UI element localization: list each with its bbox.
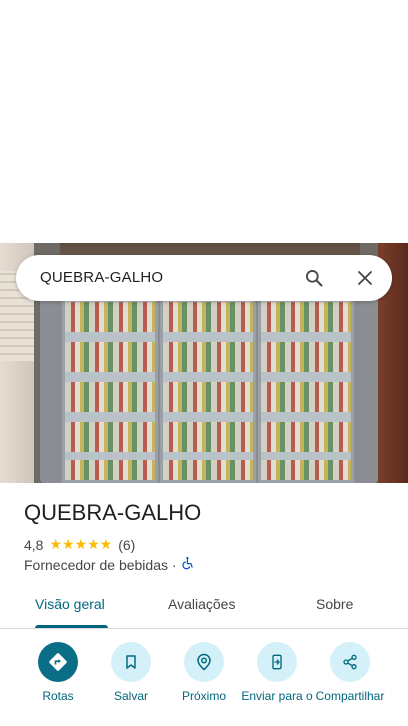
photo-fridge-door bbox=[258, 279, 354, 483]
rating-row[interactable]: 4,8 ★★★★★ (6) bbox=[24, 536, 135, 553]
directions-button[interactable]: Rotas bbox=[18, 642, 98, 703]
action-buttons: Rotas Salvar Próximo Enviar para o Compa… bbox=[0, 628, 408, 726]
map-area bbox=[0, 0, 408, 243]
photo-fridge-door bbox=[160, 279, 256, 483]
search-query[interactable]: QUEBRA-GALHO bbox=[40, 269, 163, 286]
save-button[interactable]: Salvar bbox=[91, 642, 171, 703]
tab-overview[interactable]: Visão geral bbox=[35, 596, 105, 612]
directions-label: Rotas bbox=[42, 689, 74, 703]
category-row: Fornecedor de bebidas · bbox=[24, 556, 195, 573]
directions-icon bbox=[38, 642, 78, 682]
place-tabs: Visão geral Avaliações Sobre bbox=[0, 584, 408, 629]
category-separator: · bbox=[172, 556, 177, 573]
send-to-phone-icon bbox=[257, 642, 297, 682]
star-rating-icon: ★★★★★ bbox=[49, 536, 113, 552]
nearby-button[interactable]: Próximo bbox=[164, 642, 244, 703]
send-to-phone-button[interactable]: Enviar para o bbox=[237, 642, 317, 703]
photo-fridge-door bbox=[62, 279, 158, 483]
send-to-phone-label: Enviar para o bbox=[241, 689, 313, 703]
save-label: Salvar bbox=[113, 689, 148, 703]
place-title: QUEBRA-GALHO bbox=[24, 500, 202, 525]
tab-about[interactable]: Sobre bbox=[316, 596, 353, 612]
share-icon bbox=[330, 642, 370, 682]
review-count[interactable]: (6) bbox=[118, 537, 135, 553]
rating-value: 4,8 bbox=[24, 536, 44, 553]
search-bar[interactable]: QUEBRA-GALHO bbox=[16, 255, 392, 301]
close-icon[interactable] bbox=[350, 263, 380, 293]
wheelchair-icon bbox=[181, 556, 195, 573]
nearby-icon bbox=[184, 642, 224, 682]
share-label: Compartilhar bbox=[315, 689, 385, 703]
nearby-label: Próximo bbox=[181, 689, 226, 703]
bookmark-icon bbox=[111, 642, 151, 682]
tab-reviews[interactable]: Avaliações bbox=[168, 596, 235, 612]
search-icon[interactable] bbox=[299, 263, 329, 293]
share-button[interactable]: Compartilhar bbox=[310, 642, 390, 703]
place-category: Fornecedor de bebidas bbox=[24, 556, 168, 573]
